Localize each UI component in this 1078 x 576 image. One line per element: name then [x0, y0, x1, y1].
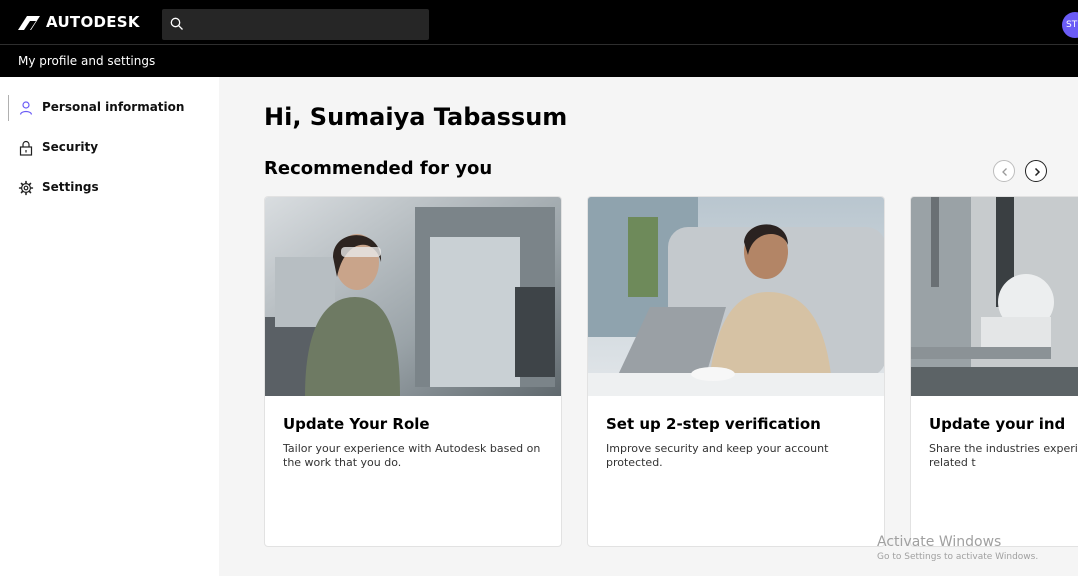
card-title: Update your ind: [929, 415, 1066, 433]
search-box[interactable]: [162, 9, 432, 40]
card-title: Set up 2-step verification: [606, 415, 821, 433]
page-header-title: My profile and settings: [18, 54, 156, 68]
carousel-prev-button[interactable]: [993, 160, 1015, 182]
chevron-left-icon: [1002, 168, 1007, 176]
chevron-right-icon: [1034, 167, 1041, 177]
brand-name: AUTODESK: [46, 13, 140, 31]
autodesk-logo-icon: [18, 15, 40, 30]
person-icon: [19, 101, 33, 115]
search-input[interactable]: [190, 9, 432, 40]
lock-icon: [19, 140, 33, 156]
page-title: Hi, Sumaiya Tabassum: [264, 103, 568, 131]
card-image-machinist: [265, 197, 561, 396]
section-title: Recommended for you: [264, 158, 493, 179]
main-content: Hi, Sumaiya Tabassum Recommended for you: [219, 77, 1078, 576]
card-description: Tailor your experience with Autodesk bas…: [283, 442, 541, 469]
card-description: Improve security and keep your account p…: [606, 442, 829, 469]
recommendation-card-update-industry[interactable]: Update your ind Share the industries exp…: [910, 196, 1078, 547]
card-image-laptop-user: [588, 197, 884, 396]
search-icon: [170, 17, 183, 30]
sidebar-item-label: Security: [42, 140, 99, 154]
user-avatar[interactable]: ST: [1062, 12, 1078, 38]
card-description: Share the industries experiences related…: [929, 442, 1078, 469]
card-title: Update Your Role: [283, 415, 430, 433]
gear-icon: [18, 180, 34, 196]
sidebar-item-label: Settings: [42, 180, 99, 194]
sidebar-item-security[interactable]: Security: [0, 135, 218, 161]
card-image-robot-arm: [911, 197, 1078, 396]
sidebar-item-settings[interactable]: Settings: [0, 175, 218, 201]
autodesk-logo[interactable]: AUTODESK: [18, 14, 140, 31]
page-header-bar: My profile and settings: [0, 44, 1078, 77]
sidebar-item-label: Personal information: [42, 100, 185, 114]
sidebar: Personal information Security Settings: [0, 77, 218, 576]
recommendation-card-update-role[interactable]: Update Your Role Tailor your experience …: [264, 196, 562, 547]
recommendation-card-2-step-verification[interactable]: Set up 2-step verification Improve secur…: [587, 196, 885, 547]
top-bar: AUTODESK ST: [0, 0, 1078, 44]
sidebar-item-personal-information[interactable]: Personal information: [0, 95, 218, 121]
carousel-next-button[interactable]: [1025, 160, 1047, 182]
